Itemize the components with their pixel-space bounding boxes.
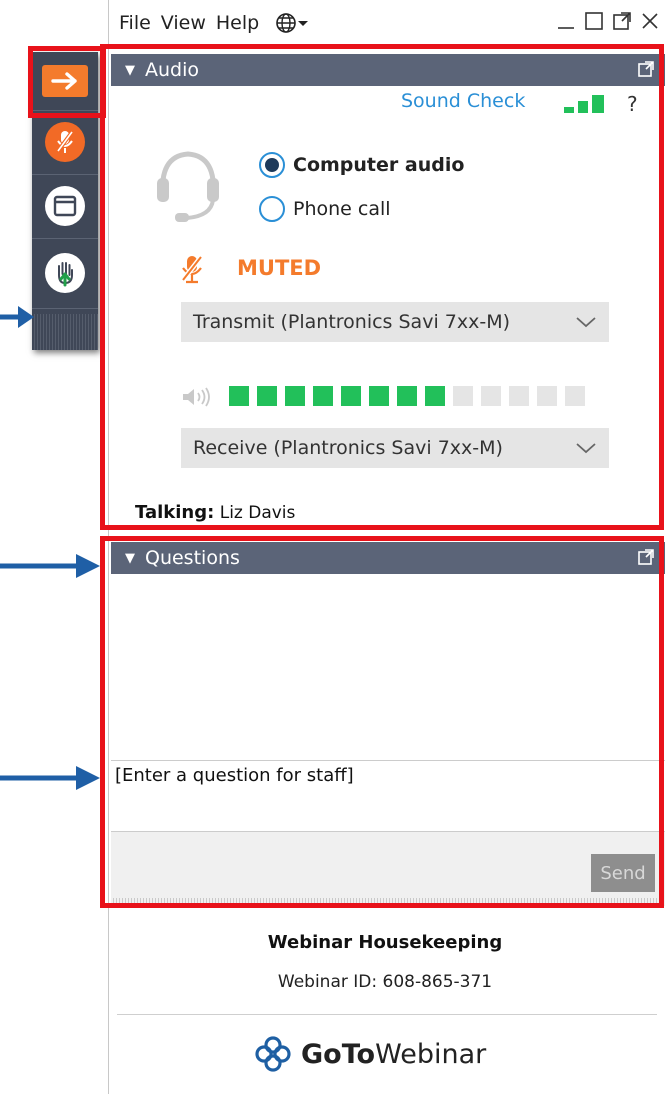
window-icon	[45, 186, 85, 226]
language-menu[interactable]	[275, 12, 309, 34]
gotowebinar-flower-icon	[255, 1036, 291, 1072]
menu-help[interactable]: Help	[216, 12, 259, 34]
highlight-questions-panel	[100, 536, 664, 908]
popout-icon[interactable]	[611, 10, 633, 32]
window-controls	[555, 10, 661, 32]
globe-icon	[276, 13, 297, 33]
webinar-title: Webinar Housekeeping	[267, 932, 503, 953]
highlight-audio-panel	[100, 44, 664, 530]
muted-mic-icon	[45, 122, 85, 162]
raise-hand-button[interactable]	[32, 238, 98, 309]
webinar-id: Webinar ID: 608-865-371	[277, 972, 493, 992]
maximize-icon[interactable]	[583, 10, 605, 32]
gotowebinar-logo: GoTo Webinar	[253, 1034, 486, 1074]
menu-view[interactable]: View	[161, 12, 206, 34]
highlight-collapse-button	[28, 46, 106, 118]
strip-grip[interactable]	[32, 314, 98, 350]
footer-divider	[117, 1014, 657, 1015]
mute-toggle-button[interactable]	[32, 110, 98, 175]
screen-view-button[interactable]	[32, 174, 98, 239]
menu-bar: File View Help	[109, 0, 668, 46]
logo-goto-text: GoTo	[301, 1038, 376, 1070]
menu-file[interactable]: File	[119, 12, 151, 34]
caret-down-icon	[298, 21, 309, 26]
raise-hand-icon	[45, 253, 85, 293]
arrow-to-questions-header	[0, 554, 100, 578]
arrow-to-question-input	[0, 766, 100, 790]
close-icon[interactable]	[639, 10, 661, 32]
minimize-icon[interactable]	[555, 10, 577, 32]
logo-webinar-text: Webinar	[375, 1038, 487, 1070]
arrow-to-raise-hand	[0, 306, 34, 328]
